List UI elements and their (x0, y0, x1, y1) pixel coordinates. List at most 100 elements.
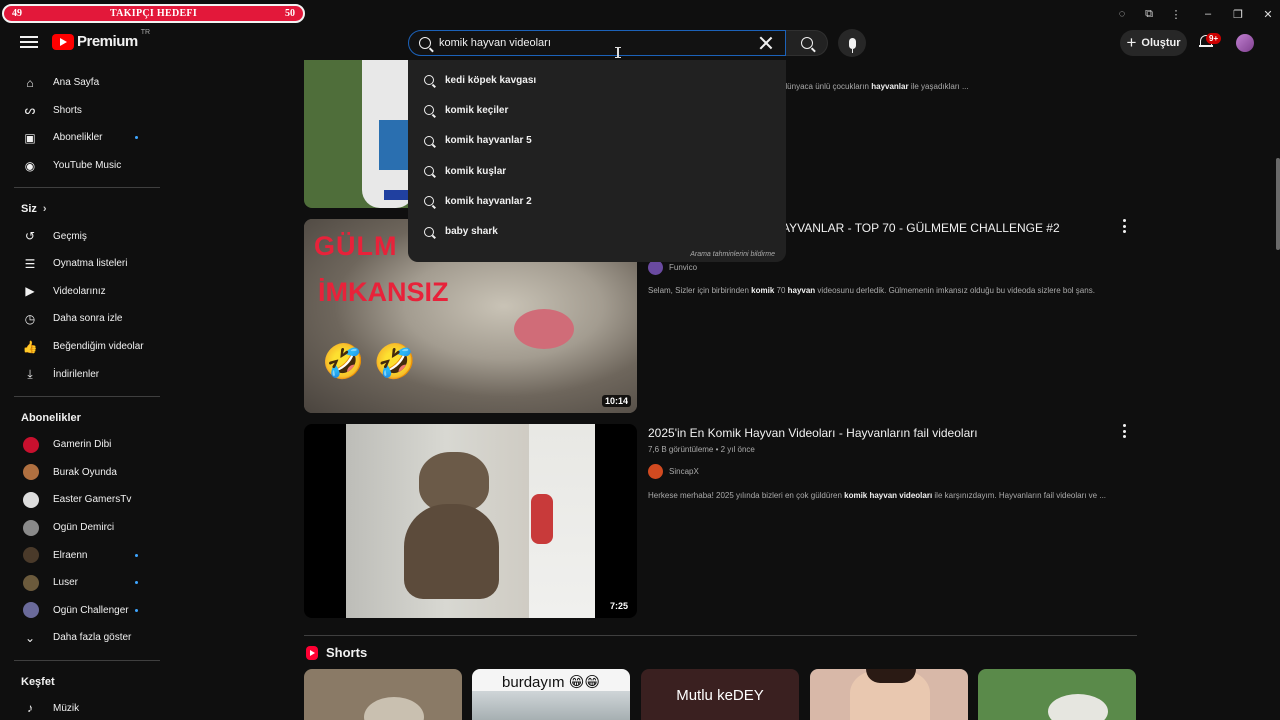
watch-later-icon: ◷ (24, 311, 36, 326)
search-button[interactable] (786, 30, 828, 56)
suggestion-item[interactable]: komik hayvanlar 5 (408, 126, 786, 156)
channel-avatar (23, 547, 39, 564)
sidebar-item-label: Müzik (53, 702, 80, 714)
channel-name: Burak Oyunda (53, 466, 117, 478)
sidebar-item-home[interactable]: ⌂ Ana Sayfa (12, 69, 170, 97)
show-more-label: Daha fazla göster (53, 632, 132, 644)
sidebar-item-label: Geçmiş (53, 230, 87, 242)
sidebar-item-liked-videos[interactable]: 👍 Beğendiğim videolar (12, 333, 170, 361)
sidebar-channel[interactable]: Burak Oyunda (12, 459, 170, 487)
close-window-icon[interactable]: ✕ (1260, 6, 1276, 22)
create-button[interactable]: + Oluştur (1120, 30, 1187, 56)
sidebar-channel[interactable]: Gamerin Dibi (12, 431, 170, 459)
divider (14, 659, 160, 661)
sidebar-item-label: Shorts (53, 104, 82, 116)
channel-avatar (23, 602, 39, 619)
sidebar-item-youtube-music[interactable]: ◉ YouTube Music (12, 152, 170, 180)
your-videos-icon: ▶ (25, 284, 35, 299)
suggestion-text: kedi köpek kavgası (445, 74, 537, 86)
sidebar-item-label: Daha sonra izle (53, 313, 123, 325)
more-actions-icon[interactable] (1119, 424, 1129, 438)
chevron-down-icon: ⌄ (24, 630, 36, 645)
subscriptions-icon: ▣ (24, 130, 36, 145)
sidebar-item-downloads[interactable]: ⤓ İndirilenler (12, 360, 170, 388)
sidebar-item-playlists[interactable]: ☰ Oynatma listeleri (12, 250, 170, 278)
short-card[interactable] (810, 669, 968, 720)
browser-extension-icons: ◌ ⧉ ⋮ (1114, 6, 1184, 22)
menu-icon[interactable] (20, 33, 38, 51)
sidebar-channel[interactable]: Ogün Demirci (12, 514, 170, 542)
extensions-icon[interactable]: ⧉ (1141, 6, 1157, 22)
channel-avatar (23, 464, 39, 481)
music-note-icon: ♪ (27, 701, 33, 716)
video-description: Herkese merhaba! 2025 yılında bizleri en… (648, 491, 1107, 500)
shorts-icon (306, 645, 318, 660)
sidebar-channel[interactable]: Easter GamersTv (12, 486, 170, 514)
sidebar-item-watch-later[interactable]: ◷ Daha sonra izle (12, 305, 170, 333)
channel-avatar (648, 464, 663, 479)
sidebar-channel[interactable]: Ogün Challenger (12, 597, 170, 625)
video-duration: 10:14 (601, 395, 631, 407)
section-you[interactable]: Siz › (12, 196, 170, 222)
channel-name: Easter GamersTv (53, 494, 132, 506)
new-content-dot (135, 581, 138, 585)
sidebar-item-label: Abonelikler (53, 132, 103, 144)
channel-avatar (648, 260, 663, 275)
short-caption: burdayım 😁😁 (502, 674, 600, 691)
page-scrollbar[interactable] (1276, 158, 1280, 250)
suggestion-item[interactable]: komik kuşlar (408, 156, 786, 186)
suggestion-item[interactable]: komik keçiler (408, 95, 786, 125)
suggestion-text: komik kuşlar (445, 165, 507, 177)
suggestion-item[interactable]: komik hayvanlar 2 (408, 186, 786, 216)
channel-avatar (23, 491, 39, 508)
more-actions-icon[interactable] (1119, 219, 1129, 233)
sidebar-item-label: Ana Sayfa (53, 77, 100, 89)
home-icon: ⌂ (26, 75, 34, 90)
video-title[interactable]: 2025'in En Komik Hayvan Videoları - Hayv… (648, 426, 978, 440)
youtube-logo[interactable]: Premium TR (52, 29, 150, 50)
video-thumbnail[interactable]: 7:25 (304, 424, 637, 618)
voice-search-button[interactable] (838, 29, 866, 57)
suggestion-item[interactable]: kedi köpek kavgası (408, 65, 786, 95)
restore-icon[interactable]: ❐ (1230, 6, 1246, 22)
shorts-section-header: Shorts (306, 645, 367, 660)
browser-menu-icon[interactable]: ⋮ (1168, 6, 1184, 22)
video-title[interactable]: ...AYVANLAR - TOP 70 - GÜLMEME CHALLENGE… (772, 221, 1060, 235)
report-predictions-link[interactable]: Arama tahminlerini bildirme (690, 251, 775, 258)
sidebar-item-shorts[interactable]: ᔕ Shorts (12, 97, 170, 125)
short-caption: Mutlu keDEY (676, 687, 764, 704)
logo-country: TR (140, 29, 151, 36)
search-icon (424, 105, 434, 116)
youtube-play-icon (52, 33, 74, 50)
divider (304, 635, 1137, 636)
video-duration: 7:25 (606, 600, 631, 612)
download-icon: ⤓ (27, 366, 33, 381)
clear-search-icon[interactable] (757, 34, 775, 52)
sidebar-item-subscriptions[interactable]: ▣ Abonelikler (12, 124, 170, 152)
search-icon (419, 37, 431, 49)
plus-icon: + (1126, 32, 1137, 52)
sidebar-item-your-videos[interactable]: ▶ Videolarınız (12, 278, 170, 306)
search-input[interactable]: komik hayvan videoları (439, 37, 757, 49)
sidebar-item-label: Beğendiğim videolar (53, 341, 144, 353)
channel-info[interactable]: SincapX (648, 464, 699, 479)
visibility-off-icon[interactable]: ◌ (1114, 6, 1130, 22)
sidebar-item-label: İndirilenler (53, 368, 100, 380)
suggestion-item[interactable]: baby shark (408, 216, 786, 246)
short-card[interactable] (978, 669, 1136, 720)
music-icon: ◉ (24, 158, 36, 173)
short-card[interactable]: burdayım 😁😁 (472, 669, 630, 720)
channel-info[interactable]: Funvico (648, 260, 697, 275)
sidebar-item-music[interactable]: ♪ Müzik (12, 695, 170, 720)
sidebar-channel[interactable]: Elraenn (12, 541, 170, 569)
account-avatar[interactable] (1236, 34, 1254, 52)
sidebar: ⌂ Ana Sayfa ᔕ Shorts ▣ Abonelikler ◉ You… (0, 60, 170, 720)
short-card[interactable]: Mutlu keDEY (641, 669, 799, 720)
search-box[interactable]: komik hayvan videoları (408, 30, 786, 56)
short-card[interactable] (304, 669, 462, 720)
chevron-right-icon: › (42, 203, 47, 216)
sidebar-item-history[interactable]: ↺ Geçmiş (12, 222, 170, 250)
show-more-button[interactable]: ⌄ Daha fazla göster (12, 624, 170, 652)
sidebar-channel[interactable]: Luser (12, 569, 170, 597)
minimize-icon[interactable]: – (1200, 6, 1216, 22)
